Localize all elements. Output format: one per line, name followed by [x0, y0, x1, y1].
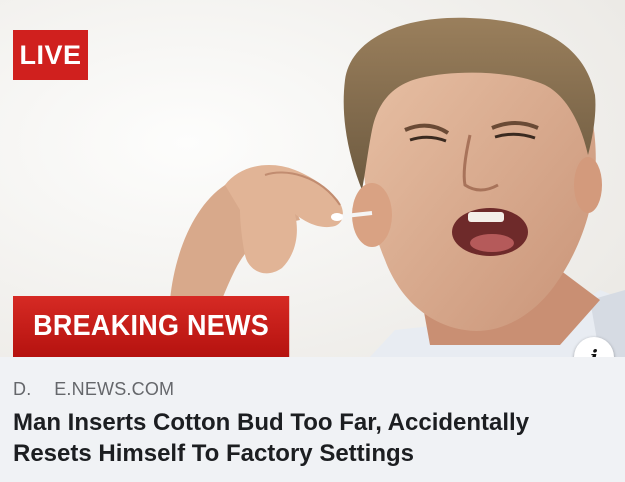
link-caption[interactable]: D. E.NEWS.COM Man Inserts Cotton Bud Too…: [0, 357, 625, 482]
live-badge: LIVE: [13, 30, 88, 80]
news-link-preview-card[interactable]: LIVE BREAKING NEWS i D. E.NEWS.COM Man I…: [0, 0, 625, 482]
news-photo[interactable]: LIVE BREAKING NEWS i: [0, 0, 625, 357]
headline[interactable]: Man Inserts Cotton Bud Too Far, Accident…: [13, 407, 613, 469]
breaking-news-banner: BREAKING NEWS: [13, 296, 290, 357]
source-domain: D. E.NEWS.COM: [13, 379, 175, 399]
